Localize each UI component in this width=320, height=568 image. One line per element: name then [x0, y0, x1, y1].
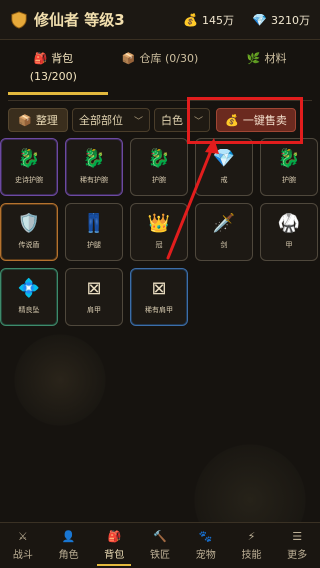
nav-label: 背包	[104, 550, 125, 561]
tab-backpack-count: (13/200)	[29, 70, 77, 83]
item-name: 精良坠	[18, 306, 40, 314]
chevron-down-icon: ﹀	[133, 116, 143, 127]
box-icon: 📦	[18, 113, 32, 127]
nav-item-4[interactable]: 🐾 宠物	[183, 523, 229, 568]
item-name: 传说盾	[18, 241, 40, 249]
nav-icon: 👤	[61, 530, 76, 543]
slot-filter-select[interactable]: 全部部位 ﹀	[72, 108, 150, 132]
sort-button[interactable]: 📦 整理	[8, 108, 68, 132]
item-slot[interactable]: 🛡️ 传说盾	[0, 203, 58, 261]
tab-materials-label: 材料	[264, 52, 287, 65]
nav-label: 宠物	[195, 550, 216, 561]
tab-backpack-label: 背包	[51, 52, 74, 65]
nav-icon: ⚡	[247, 530, 256, 543]
item-slot[interactable]: 🐉 护腕	[130, 138, 188, 196]
item-slot[interactable]: 💎 戒	[195, 138, 253, 196]
item-icon: 💎	[212, 148, 236, 169]
item-icon: 🐉	[17, 148, 41, 169]
item-icon: 🗡️	[212, 213, 236, 234]
gems-amount: 3210万	[271, 13, 310, 27]
shield-icon	[11, 10, 27, 29]
item-icon: 👖	[82, 213, 106, 234]
nav-item-0[interactable]: ⚔ 战斗	[0, 523, 46, 568]
nav-item-2[interactable]: 🎒 背包	[91, 523, 137, 568]
bottom-nav: ⚔ 战斗 👤 角色 🎒 背包 🔨 铁匠 🐾 宠物 ⚡ 技能 ☰ 更多	[0, 522, 320, 568]
item-icon: ⊠	[86, 278, 102, 299]
item-slot[interactable]: ⊠ 肩甲	[65, 268, 123, 326]
item-icon: 🐉	[277, 148, 301, 169]
currency-display: 💰 145万 💎 3210万	[183, 12, 310, 28]
item-name: 护腿	[87, 241, 101, 249]
slot-filter-value: 全部部位	[79, 114, 123, 127]
item-icon: 🥋	[277, 213, 301, 234]
nav-label: 战斗	[12, 550, 33, 561]
money-bag-icon: 💰	[183, 12, 199, 27]
nav-icon: ⚔	[17, 530, 28, 543]
tab-materials[interactable]: 🌿 材料	[213, 44, 320, 100]
item-name: 护腕	[152, 176, 166, 184]
item-slot[interactable]: 🗡️ 剑	[195, 203, 253, 261]
item-name: 肩甲	[87, 306, 101, 314]
nav-icon: ☰	[292, 530, 303, 543]
nav-icon: 🎒	[107, 530, 122, 543]
nav-item-5[interactable]: ⚡ 技能	[229, 523, 275, 568]
nav-item-6[interactable]: ☰ 更多	[274, 523, 320, 568]
item-slot[interactable]: 🐉 护腕	[260, 138, 318, 196]
tab-warehouse[interactable]: 📦 仓库 (0/30)	[107, 44, 214, 100]
item-name: 护腕	[282, 176, 296, 184]
nav-item-3[interactable]: 🔨 铁匠	[137, 523, 183, 568]
item-name: 剑	[220, 241, 228, 249]
item-slot[interactable]: 👑 冠	[130, 203, 188, 261]
nav-item-1[interactable]: 👤 角色	[46, 523, 92, 568]
item-icon: 🐉	[147, 148, 171, 169]
item-name: 稀有护腕	[80, 176, 108, 184]
item-name: 冠	[155, 241, 163, 249]
nav-label: 更多	[287, 550, 308, 561]
quality-filter-value: 白色	[161, 114, 183, 127]
item-icon: ⊠	[151, 278, 167, 299]
coins-amount: 145万	[202, 13, 235, 27]
nav-icon: 🐾	[198, 530, 213, 543]
item-icon: 🐉	[82, 148, 106, 169]
item-slot[interactable]: 💠 精良坠	[0, 268, 58, 326]
item-icon: 🛡️	[17, 213, 41, 234]
nav-label: 角色	[58, 550, 79, 561]
top-bar: 修仙者 等级3 💰 145万 💎 3210万	[0, 0, 320, 40]
box-icon: 📦	[121, 51, 136, 65]
player-title: 修仙者 等级3	[34, 11, 125, 29]
annotation-highlight-box	[187, 97, 303, 144]
item-slot[interactable]: ⊠ 稀有肩甲	[130, 268, 188, 326]
nav-icon: 🔨	[153, 530, 167, 543]
nav-label: 铁匠	[150, 550, 171, 561]
item-name: 史诗护腕	[15, 176, 43, 184]
item-slot[interactable]: 👖 护腿	[65, 203, 123, 261]
item-name: 稀有肩甲	[145, 306, 173, 314]
herb-icon: 🌿	[246, 51, 261, 65]
diamond-icon: 💎	[252, 12, 267, 27]
active-tab-indicator	[8, 92, 108, 95]
backpack-icon: 🎒	[33, 51, 48, 65]
item-name: 甲	[285, 241, 293, 249]
item-slot[interactable]: 🥋 甲	[260, 203, 318, 261]
item-icon: 💠	[17, 278, 41, 299]
item-name: 戒	[220, 176, 228, 184]
sort-button-label: 整理	[35, 114, 58, 127]
item-slot[interactable]: 🐉 稀有护腕	[65, 138, 123, 196]
item-slot[interactable]: 🐉 史诗护腕	[0, 138, 58, 196]
tab-warehouse-label: 仓库 (0/30)	[139, 52, 199, 65]
item-icon: 👑	[147, 213, 171, 234]
nav-label: 技能	[241, 550, 262, 561]
